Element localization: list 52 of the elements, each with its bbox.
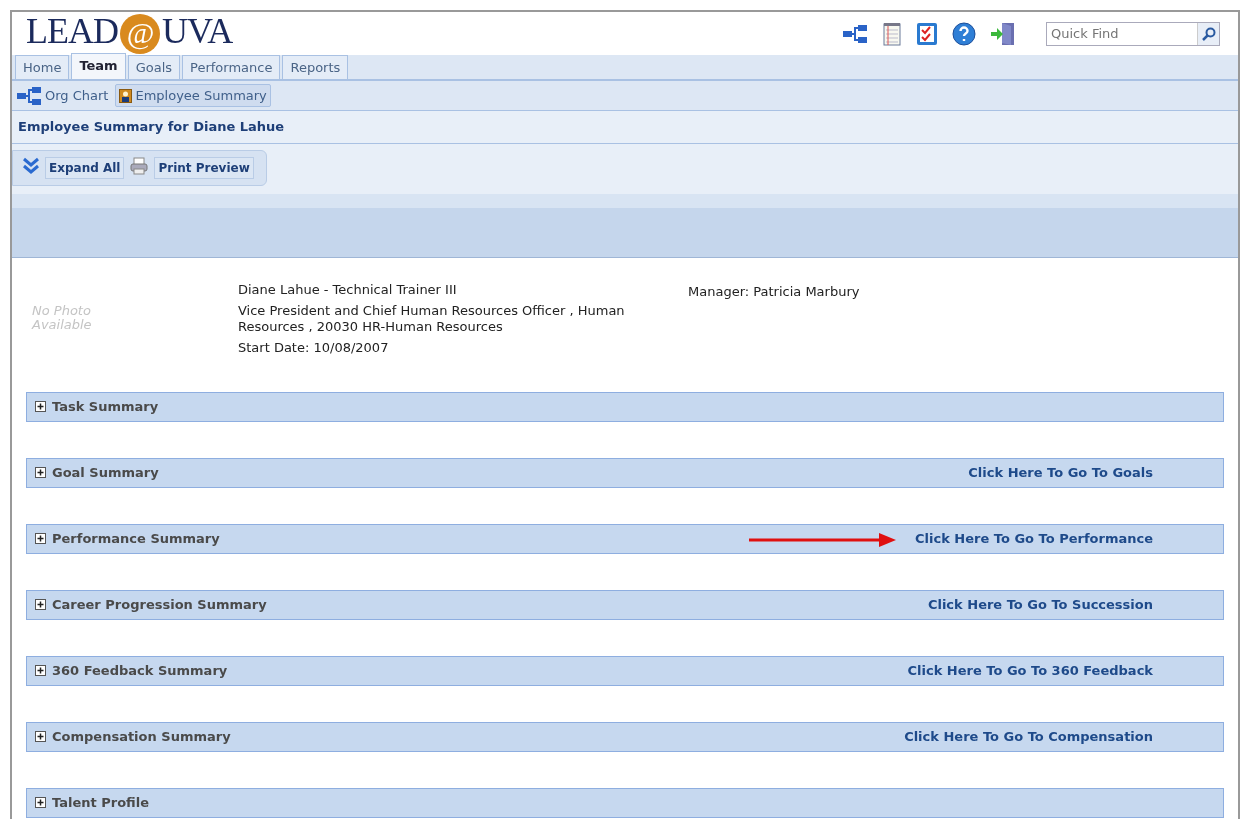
section-header[interactable]: Compensation Summary Click Here To Go To Compensation [26,721,1224,752]
section-header[interactable]: 360 Feedback Summary Click Here To Go To 360 Feedback [26,655,1224,686]
start-date: Start Date: 10/08/2007 [238,340,390,356]
help-icon[interactable] [952,21,976,46]
section-link[interactable]: Click Here To Go To 360 Feedback [907,660,1153,681]
section-header[interactable]: Task Summary [26,391,1224,422]
section-title: 360 Feedback Summary [52,661,228,680]
employee-department: Vice President and Chief Human Resources Officer , Human Resources , 20030 HR-Human Resources [238,303,626,335]
section-title: Performance Summary [52,529,220,548]
toolbar-button[interactable]: Print Preview [154,156,254,179]
expand-icon[interactable] [35,599,46,610]
section-title: Goal Summary [52,463,159,482]
section-link[interactable]: Click Here To Go To Succession [927,594,1153,615]
tab[interactable]: Team [71,53,126,79]
logo: LEAD @ UVA [26,13,233,54]
photo-placeholder-text: No Photo Available [32,302,92,333]
section-title: Compensation Summary [52,727,231,746]
search-button[interactable] [1197,22,1219,45]
expand-icon[interactable] [35,731,46,742]
section-header[interactable]: Talent Profile [26,787,1224,818]
subnav-link[interactable]: Employee Summary [115,83,271,108]
section-link[interactable]: Click Here To Go To Performance [915,528,1153,549]
manager-name: Manager: Patricia Marbury [688,282,860,301]
search-icon [1201,27,1216,41]
person-icon [119,88,133,103]
section-header[interactable]: Career Progression Summary Click Here To Go To Succession [26,589,1224,620]
expand-icon[interactable] [35,665,46,676]
section-header[interactable]: Performance Summary Click Here To Go To Performance [26,523,1224,554]
section-title: Task Summary [52,397,159,416]
section-link[interactable]: Click Here To Go To Goals [968,462,1153,483]
notepad-icon[interactable] [882,21,902,46]
expand-icon[interactable] [35,467,46,478]
tab[interactable]: Home [15,55,70,79]
expand-icon[interactable] [35,797,46,808]
checklist-icon[interactable] [916,21,938,46]
search-box[interactable]: Quick Find [1046,21,1220,46]
toolbar-button[interactable]: Expand All [45,156,125,179]
tab[interactable]: Performance [182,55,281,79]
section-title: Career Progression Summary [52,595,267,614]
section-header[interactable]: Goal Summary Click Here To Go To Goals [26,457,1224,488]
tab[interactable]: Reports [282,55,349,79]
tab[interactable]: Goals [127,55,181,79]
subnav-link[interactable]: Org Chart [12,83,113,108]
exit-door-icon[interactable] [990,21,1016,46]
employee-name: Diane Lahue - Technical Trainer III [238,281,458,298]
org-chart-icon [16,85,42,106]
org-chart-icon[interactable] [842,23,868,44]
page-title: Employee Summary for Diane Lahue [12,111,1238,144]
section-link[interactable]: Click Here To Go To Compensation [904,726,1153,747]
expand-icon[interactable] [35,533,46,544]
expand-icon[interactable] [35,401,46,412]
section-title: Talent Profile [52,793,149,812]
